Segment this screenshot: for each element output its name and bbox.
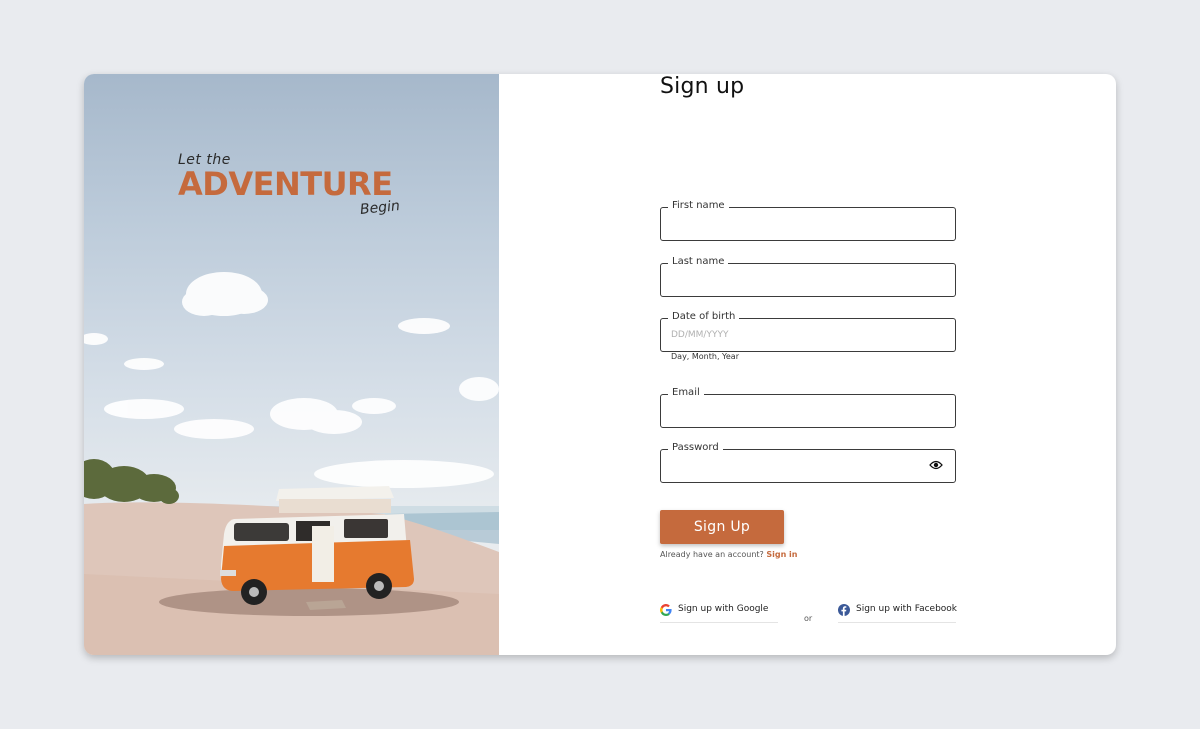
tagline-main: ADVENTURE — [178, 165, 393, 203]
date-of-birth-input[interactable] — [671, 326, 921, 344]
first-name-field[interactable]: First name — [660, 200, 956, 241]
hero-panel: Let the ADVENTURE Begin — [84, 74, 499, 655]
first-name-input[interactable] — [671, 215, 921, 233]
password-label: Password — [668, 442, 723, 453]
signin-prompt-text: Already have an account? — [660, 550, 764, 559]
last-name-field[interactable]: Last name — [660, 256, 956, 297]
eye-icon[interactable] — [929, 459, 943, 471]
first-name-label: First name — [668, 200, 729, 211]
google-signup-label: Sign up with Google — [678, 604, 769, 614]
email-field[interactable]: Email — [660, 387, 956, 428]
camper-van — [220, 486, 414, 605]
page-title: Sign up — [660, 74, 745, 99]
email-label: Email — [668, 387, 704, 398]
date-of-birth-hint: Day, Month, Year — [671, 352, 739, 361]
adventure-logo: Let the ADVENTURE Begin — [178, 152, 418, 222]
signin-prompt: Already have an account? Sign in — [660, 550, 798, 559]
google-signup-button[interactable]: Sign up with Google — [660, 602, 778, 623]
password-input[interactable] — [671, 457, 921, 475]
facebook-icon — [838, 604, 850, 616]
password-field[interactable]: Password — [660, 442, 956, 483]
facebook-signup-button[interactable]: Sign up with Facebook — [838, 602, 958, 623]
sign-in-link[interactable]: Sign in — [766, 550, 797, 559]
google-icon — [660, 604, 672, 616]
facebook-signup-label: Sign up with Facebook — [856, 604, 958, 614]
last-name-input[interactable] — [671, 271, 921, 289]
or-divider: or — [804, 614, 813, 623]
tagline-bottom: Begin — [359, 197, 401, 219]
sign-up-button[interactable]: Sign Up — [660, 510, 784, 544]
date-of-birth-field[interactable]: Date of birth — [660, 311, 956, 352]
signup-card: Let the ADVENTURE Begin — [84, 74, 1116, 655]
trees — [84, 459, 179, 504]
email-input[interactable] — [671, 402, 921, 420]
date-of-birth-label: Date of birth — [668, 311, 740, 322]
last-name-label: Last name — [668, 256, 729, 267]
clouds — [84, 272, 499, 488]
